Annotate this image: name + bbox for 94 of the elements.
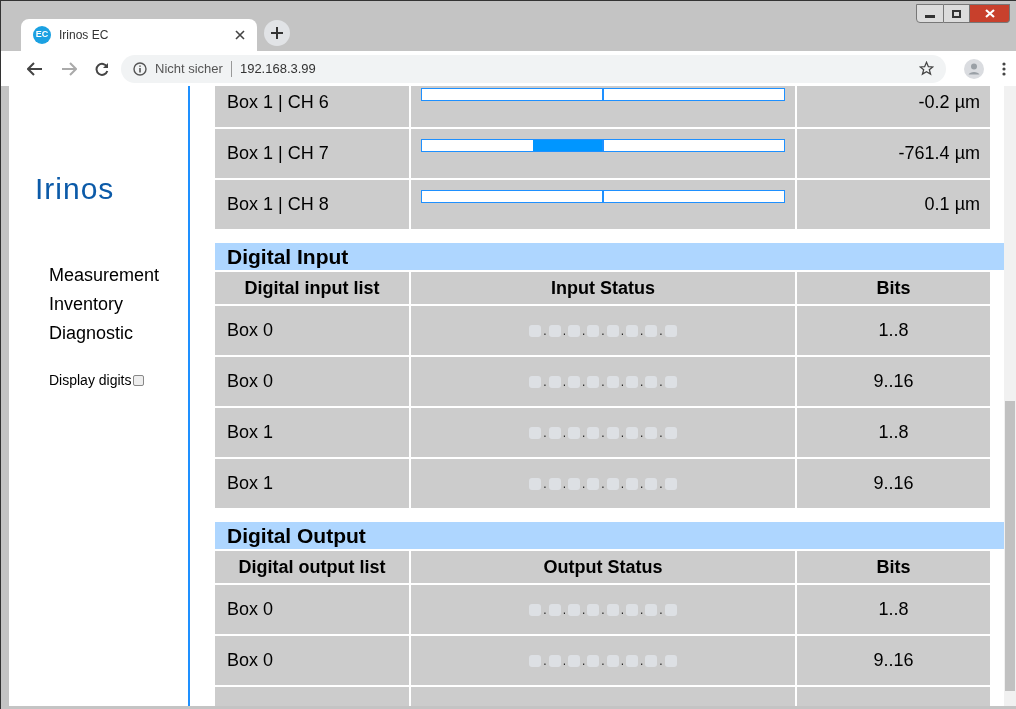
- display-digits-checkbox[interactable]: [133, 375, 145, 386]
- close-icon[interactable]: [235, 30, 245, 40]
- bit-separator: .: [601, 426, 605, 439]
- nav-link[interactable]: Measurement: [49, 261, 188, 290]
- table-cell: Box 1: [215, 408, 409, 457]
- nav-link[interactable]: Inventory: [49, 290, 188, 319]
- bit-separator: .: [601, 324, 605, 337]
- bit-separator: .: [543, 324, 547, 337]
- reading-cell: -0.2 µm: [797, 86, 990, 127]
- bit-separator: .: [601, 603, 605, 616]
- bit-separator: .: [562, 426, 566, 439]
- bit-separator: .: [620, 603, 624, 616]
- nav-link[interactable]: Diagnostic: [49, 319, 188, 348]
- bit-separator: .: [601, 477, 605, 490]
- bit-separator: .: [659, 654, 663, 667]
- close-icon: [984, 9, 995, 18]
- reading-cell: 0.1 µm: [797, 180, 990, 229]
- bit-separator: .: [620, 324, 624, 337]
- column-header: Bits: [797, 551, 990, 583]
- close-window-button[interactable]: [970, 4, 1010, 23]
- logo: Irinos: [35, 171, 116, 207]
- table-cell: Box 1 | CH 6: [215, 86, 409, 127]
- table-cell: 9..16: [797, 459, 990, 508]
- bit-separator: .: [543, 603, 547, 616]
- reload-icon[interactable]: [95, 61, 109, 76]
- bit-separator: .: [659, 324, 663, 337]
- bit-separator: .: [659, 477, 663, 490]
- bit-separator: .: [640, 324, 644, 337]
- bit-separator: .: [562, 375, 566, 388]
- reading-cell: -761.4 µm: [797, 129, 990, 178]
- tab-title: Irinos EC: [59, 27, 110, 44]
- scrollbar-thumb[interactable]: [1005, 401, 1015, 691]
- bit-separator: .: [582, 654, 586, 667]
- section-header: Digital Input: [215, 243, 1004, 270]
- menu-icon[interactable]: [1002, 61, 1006, 76]
- bit-separator: .: [620, 654, 624, 667]
- bit-separator: .: [601, 654, 605, 667]
- column-header: Digital output list: [215, 551, 409, 583]
- bit-separator: .: [620, 477, 624, 490]
- bit-separator: .: [562, 324, 566, 337]
- bit-separator: .: [543, 375, 547, 388]
- bit-separator: .: [640, 654, 644, 667]
- checkbox-label: Display digits: [49, 371, 132, 390]
- bit-separator: .: [640, 477, 644, 490]
- bit-separator: .: [562, 477, 566, 490]
- column-header: Digital input list: [215, 272, 409, 304]
- bit-separator: .: [659, 603, 663, 616]
- bit-separator: .: [659, 375, 663, 388]
- table-cell: 1..8: [797, 585, 990, 634]
- column-header: Bits: [797, 272, 990, 304]
- browser-tab[interactable]: EC Irinos EC: [21, 19, 257, 51]
- bit-separator: .: [543, 477, 547, 490]
- section-header: Digital Output: [215, 522, 1004, 549]
- table-cell: Box 0: [215, 357, 409, 406]
- table-cell: Box 1 | CH 8: [215, 180, 409, 229]
- bit-separator: .: [582, 477, 586, 490]
- table-cell: Box 1: [215, 459, 409, 508]
- tab-favicon: EC: [33, 26, 51, 44]
- column-header: Output Status: [411, 551, 795, 583]
- maximize-button[interactable]: [944, 4, 970, 23]
- plus-icon: [271, 27, 283, 39]
- bit-separator: .: [543, 426, 547, 439]
- bit-separator: .: [562, 654, 566, 667]
- info-icon[interactable]: [133, 61, 147, 76]
- address-bar[interactable]: Nicht sicher 192.168.3.99: [121, 54, 946, 83]
- url-text: 192.168.3.99: [239, 59, 317, 78]
- bit-separator: .: [582, 324, 586, 337]
- back-icon[interactable]: [27, 61, 43, 76]
- table-cell: Box 0: [215, 636, 409, 685]
- bit-separator: .: [640, 426, 644, 439]
- bit-separator: .: [582, 603, 586, 616]
- table-cell: Box 0: [215, 585, 409, 634]
- table-cell: 1..8: [797, 306, 990, 355]
- security-label: Nicht sicher: [155, 59, 223, 78]
- table-cell: Box 0: [215, 306, 409, 355]
- bit-separator: .: [640, 603, 644, 616]
- table-cell: 1..8: [797, 408, 990, 457]
- table-cell: Box 1 | CH 7: [215, 129, 409, 178]
- bit-separator: .: [601, 375, 605, 388]
- column-header: Input Status: [411, 272, 795, 304]
- bit-separator: .: [620, 426, 624, 439]
- bit-separator: .: [543, 654, 547, 667]
- bit-separator: .: [640, 375, 644, 388]
- bit-separator: .: [620, 375, 624, 388]
- table-cell: 9..16: [797, 636, 990, 685]
- bit-separator: .: [562, 603, 566, 616]
- profile-icon[interactable]: [964, 58, 984, 79]
- bit-separator: .: [659, 426, 663, 439]
- bit-separator: .: [582, 426, 586, 439]
- new-tab-button[interactable]: [264, 20, 290, 46]
- minimize-button[interactable]: [916, 4, 944, 23]
- table-cell: 9..16: [797, 357, 990, 406]
- bit-separator: .: [582, 375, 586, 388]
- star-icon[interactable]: [919, 61, 934, 76]
